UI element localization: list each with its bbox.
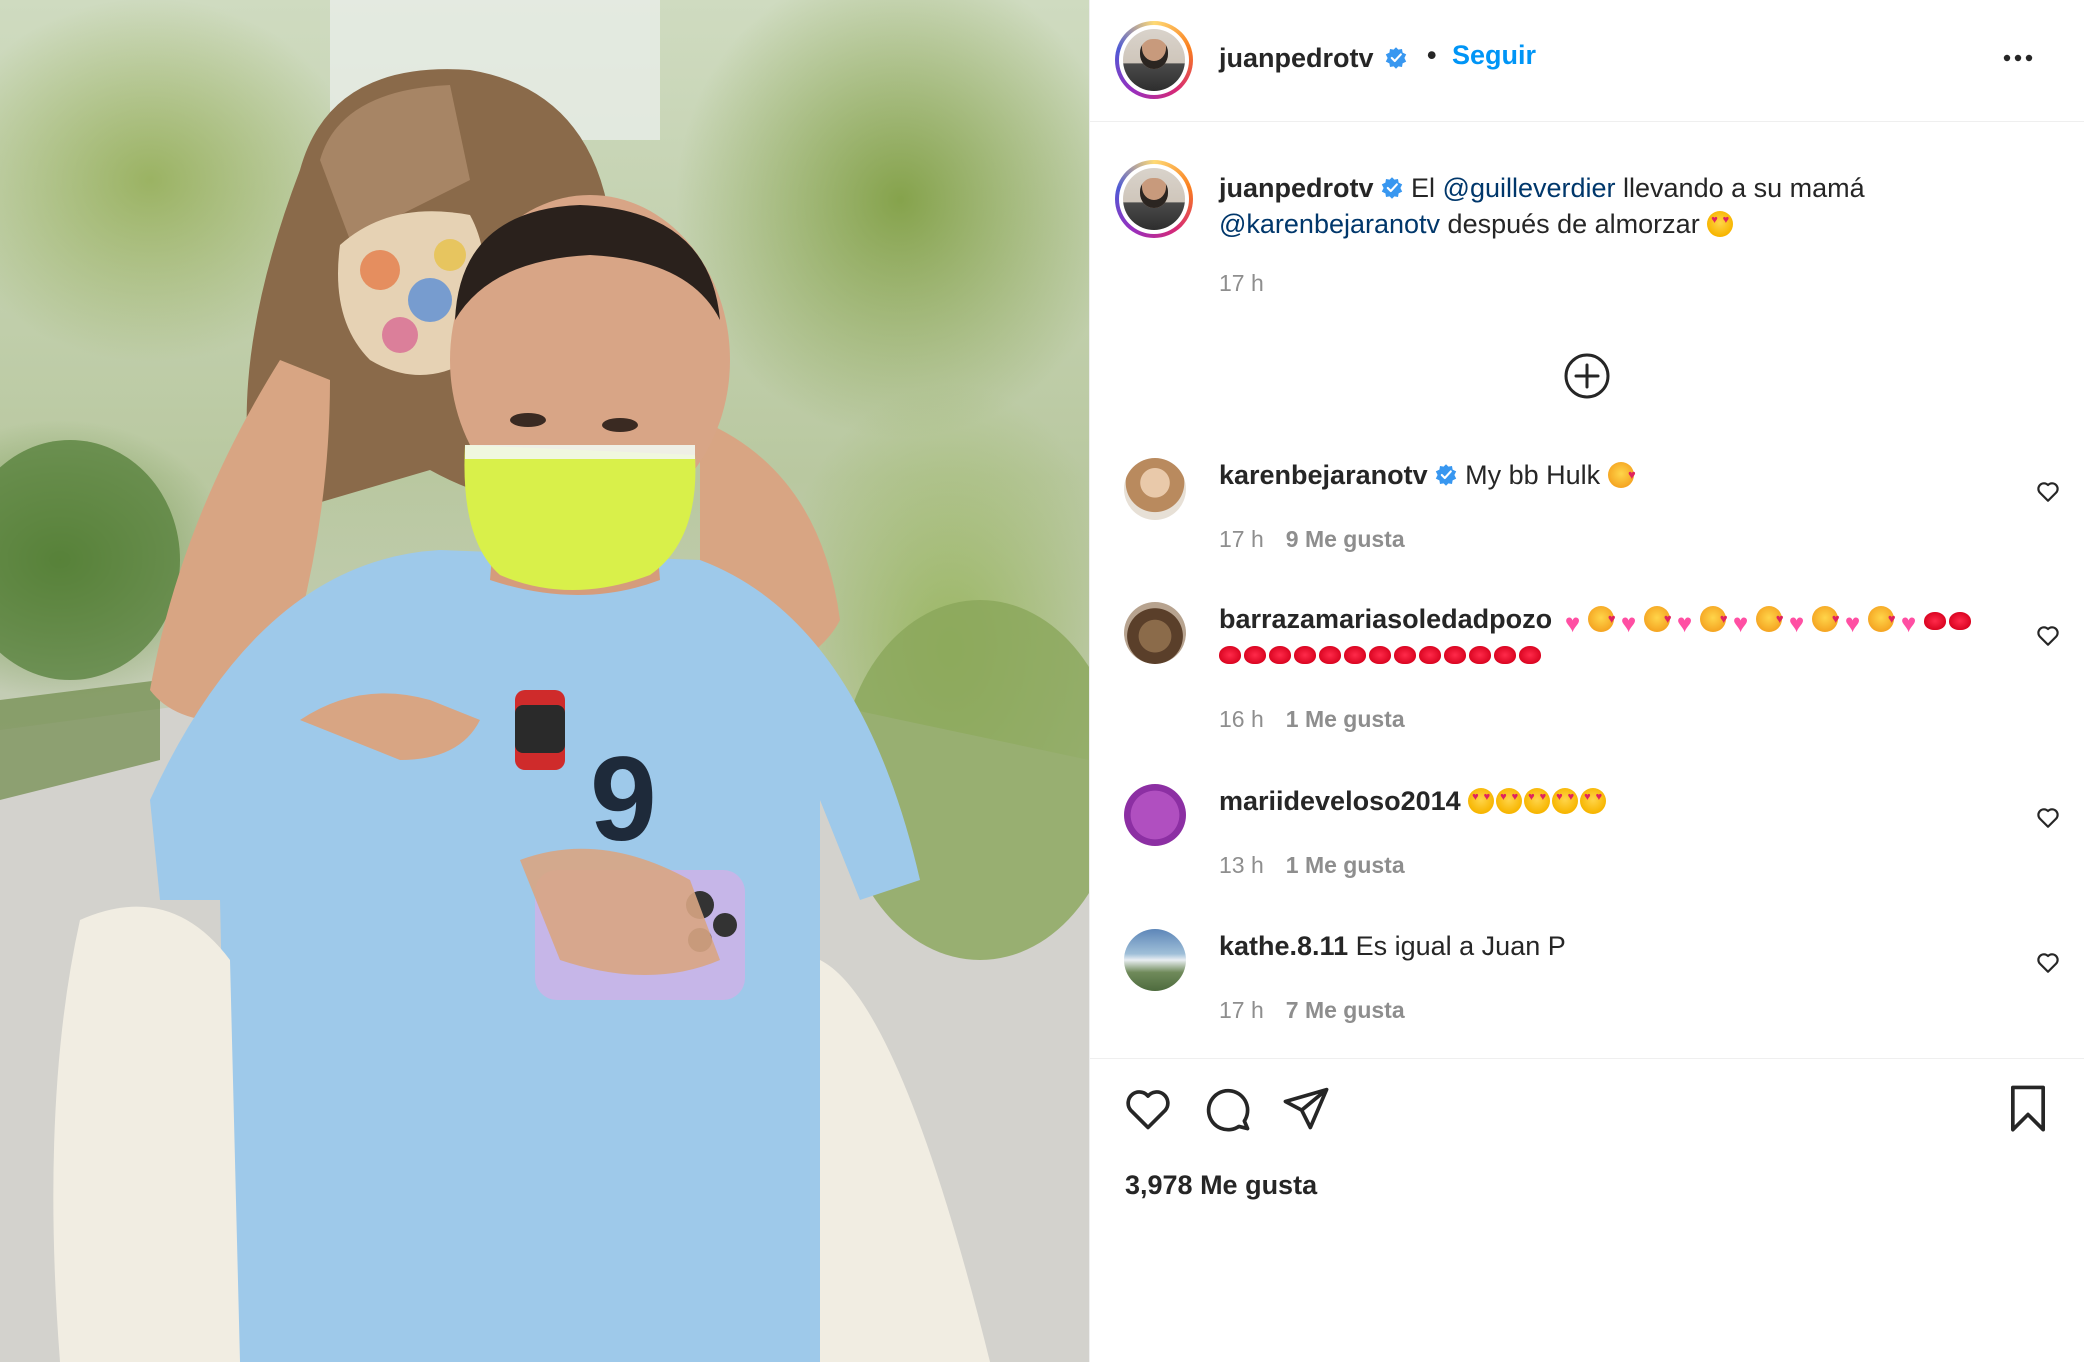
- post-photo[interactable]: 9: [0, 0, 1089, 1362]
- kiss-mark-emoji-icon: [1319, 646, 1341, 664]
- caption-middle: llevando a su mamá: [1615, 173, 1865, 203]
- author-avatar[interactable]: [1115, 21, 1193, 99]
- kiss-mark-emoji-icon: [1519, 646, 1541, 664]
- smiling-hearts-emoji-icon: [1867, 602, 1896, 636]
- commenter-avatar[interactable]: [1124, 784, 1186, 846]
- bookmark-icon[interactable]: [2002, 1082, 2054, 1134]
- commenter-avatar[interactable]: [1124, 458, 1186, 520]
- heart-icon[interactable]: [2035, 622, 2061, 648]
- paper-plane-icon[interactable]: [1280, 1082, 1332, 1134]
- comment-meta: 17 h 7 Me gusta: [1219, 997, 1405, 1024]
- sparkling-heart-emoji-icon: ♥: [1900, 608, 1917, 638]
- kiss-mark-emoji-icon: [1244, 646, 1266, 664]
- smiling-hearts-emoji-icon: [1811, 602, 1840, 636]
- heart-icon[interactable]: [1122, 1082, 1174, 1134]
- commenter-username[interactable]: kathe.8.11: [1219, 931, 1348, 961]
- heart-icon[interactable]: [2035, 804, 2061, 830]
- smiling-hearts-emoji-icon: [1699, 602, 1728, 636]
- comment-text: mariideveloso2014: [1219, 784, 1989, 818]
- heart-eyes-emoji-icon: [1496, 788, 1523, 814]
- smiling-hearts-emoji-icon: [1643, 602, 1672, 636]
- mention-guilleverdier[interactable]: @guilleverdier: [1443, 173, 1616, 203]
- verified-badge-icon: [1381, 177, 1402, 199]
- post-action-bar: [1090, 1082, 2084, 1142]
- smiling-hearts-emoji-icon: [1607, 458, 1636, 492]
- kiss-mark-emoji-icon: [1269, 646, 1291, 664]
- kiss-mark-emoji-icon: [1344, 646, 1366, 664]
- commenter-username[interactable]: barrazamariasoledadpozo: [1219, 604, 1552, 634]
- comment-timestamp: 16 h: [1219, 706, 1264, 732]
- caption-author-avatar[interactable]: [1115, 160, 1193, 238]
- header-separator: •: [1427, 40, 1437, 70]
- comment-likes[interactable]: 9 Me gusta: [1286, 526, 1405, 552]
- commenter-username[interactable]: karenbejaranotv: [1219, 460, 1428, 490]
- comment-body: My bb Hulk: [1465, 460, 1608, 490]
- heart-eyes-emoji-icon: [1468, 788, 1495, 814]
- kiss-mark-emoji-icon: [1494, 646, 1516, 664]
- kiss-mark-emoji-icon: [1219, 646, 1241, 664]
- comment-likes[interactable]: 7 Me gusta: [1286, 997, 1405, 1023]
- comment-body: Es igual a Juan P: [1355, 931, 1566, 961]
- more-options-icon[interactable]: [2000, 40, 2036, 76]
- comment-likes[interactable]: 1 Me gusta: [1286, 706, 1405, 732]
- caption-prefix: El: [1403, 173, 1443, 203]
- heart-eyes-emoji-icon: [1707, 211, 1734, 237]
- post-likes-count[interactable]: 3,978 Me gusta: [1125, 1170, 1317, 1201]
- follow-button[interactable]: Seguir: [1452, 40, 1536, 71]
- kiss-mark-emoji-icon: [1394, 646, 1416, 664]
- verified-badge-icon: [1435, 464, 1456, 486]
- sparkling-heart-emoji-icon: ♥: [1788, 608, 1805, 638]
- smiling-hearts-emoji-icon: [1587, 602, 1616, 636]
- smiling-hearts-emoji-icon: [1755, 602, 1784, 636]
- plus-circle-icon[interactable]: [1563, 352, 1611, 400]
- heart-eyes-emoji-icon: [1580, 788, 1607, 814]
- author-username-row: juanpedrotv: [1219, 43, 1408, 74]
- comment-text: kathe.8.11 Es igual a Juan P: [1219, 929, 1989, 963]
- kiss-mark-emoji-icon: [1294, 646, 1316, 664]
- comment-icon[interactable]: [1201, 1082, 1253, 1134]
- comment-timestamp: 17 h: [1219, 526, 1264, 552]
- photo-illustration: 9: [0, 0, 1089, 1362]
- kiss-mark-emoji-icon: [1369, 646, 1391, 664]
- commenter-avatar[interactable]: [1124, 602, 1186, 664]
- heart-icon[interactable]: [2035, 478, 2061, 504]
- heart-icon[interactable]: [2035, 949, 2061, 975]
- kiss-mark-emoji-icon: [1948, 612, 1971, 630]
- actions-divider: [1090, 1058, 2084, 1059]
- sparkling-heart-emoji-icon: ♥: [1732, 608, 1749, 638]
- heart-eyes-emoji-icon: [1552, 788, 1579, 814]
- caption-timestamp: 17 h: [1219, 270, 1264, 296]
- comment-text: barrazamariasoledadpozo ♥ ♥ ♥ ♥ ♥ ♥ ♥: [1219, 602, 1989, 670]
- sparkling-heart-emoji-icon: ♥: [1620, 608, 1637, 638]
- verified-badge-icon: [1385, 47, 1407, 69]
- sparkling-heart-emoji-icon: ♥: [1676, 608, 1693, 638]
- kiss-mark-emoji-icon: [1419, 646, 1441, 664]
- heart-eyes-emoji-icon: [1524, 788, 1551, 814]
- caption-text: juanpedrotv El @guilleverdier llevando a…: [1219, 170, 1999, 242]
- sparkling-heart-emoji-icon: ♥: [1844, 608, 1861, 638]
- comment-text: karenbejaranotv My bb Hulk: [1219, 458, 1989, 492]
- kiss-mark-emoji-icon: [1923, 612, 1946, 630]
- comment-meta: 13 h 1 Me gusta: [1219, 852, 1405, 879]
- commenter-avatar[interactable]: [1124, 929, 1186, 991]
- comment-meta: 16 h 1 Me gusta: [1219, 706, 1405, 733]
- kiss-mark-emoji-icon: [1469, 646, 1491, 664]
- comment-likes[interactable]: 1 Me gusta: [1286, 852, 1405, 878]
- comment-meta: 17 h 9 Me gusta: [1219, 526, 1405, 553]
- caption-author-username[interactable]: juanpedrotv: [1219, 173, 1374, 203]
- sparkling-heart-emoji-icon: ♥: [1564, 608, 1581, 638]
- comment-timestamp: 13 h: [1219, 852, 1264, 878]
- kiss-mark-emoji-icon: [1444, 646, 1466, 664]
- comment-timestamp: 17 h: [1219, 997, 1264, 1023]
- caption-suffix: después de almorzar: [1440, 209, 1708, 239]
- mention-karenbejaranotv[interactable]: @karenbejaranotv: [1219, 209, 1440, 239]
- svg-text:9: 9: [590, 732, 657, 866]
- post-details-panel: juanpedrotv • Seguir juanpedrotv El @gui…: [1089, 0, 2084, 1362]
- author-username[interactable]: juanpedrotv: [1219, 43, 1374, 73]
- commenter-username[interactable]: mariideveloso2014: [1219, 786, 1461, 816]
- post-header: juanpedrotv • Seguir: [1090, 0, 2084, 122]
